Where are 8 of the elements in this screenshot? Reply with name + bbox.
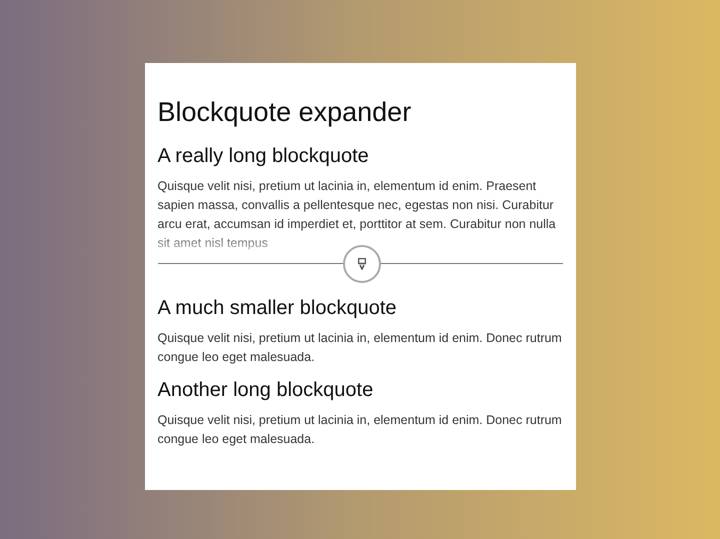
- section-heading: A really long blockquote: [158, 144, 370, 169]
- expand-icon: [358, 258, 366, 270]
- section-heading: Another long blockquote: [158, 378, 374, 403]
- blockquote-text: Quisque velit nisi, pretium ut lacinia in, elementum id enim. Donec rutrum congue leo eget malesuada.: [158, 412, 562, 448]
- blockquote-text: Quisque velit nisi, pretium ut lacinia in, elementum id enim. Donec rutrum congue leo eget malesuada.: [158, 330, 562, 366]
- section-heading: A much smaller blockquote: [158, 296, 398, 321]
- page-title: Blockquote expander: [158, 96, 412, 129]
- expand-button[interactable]: [342, 245, 380, 283]
